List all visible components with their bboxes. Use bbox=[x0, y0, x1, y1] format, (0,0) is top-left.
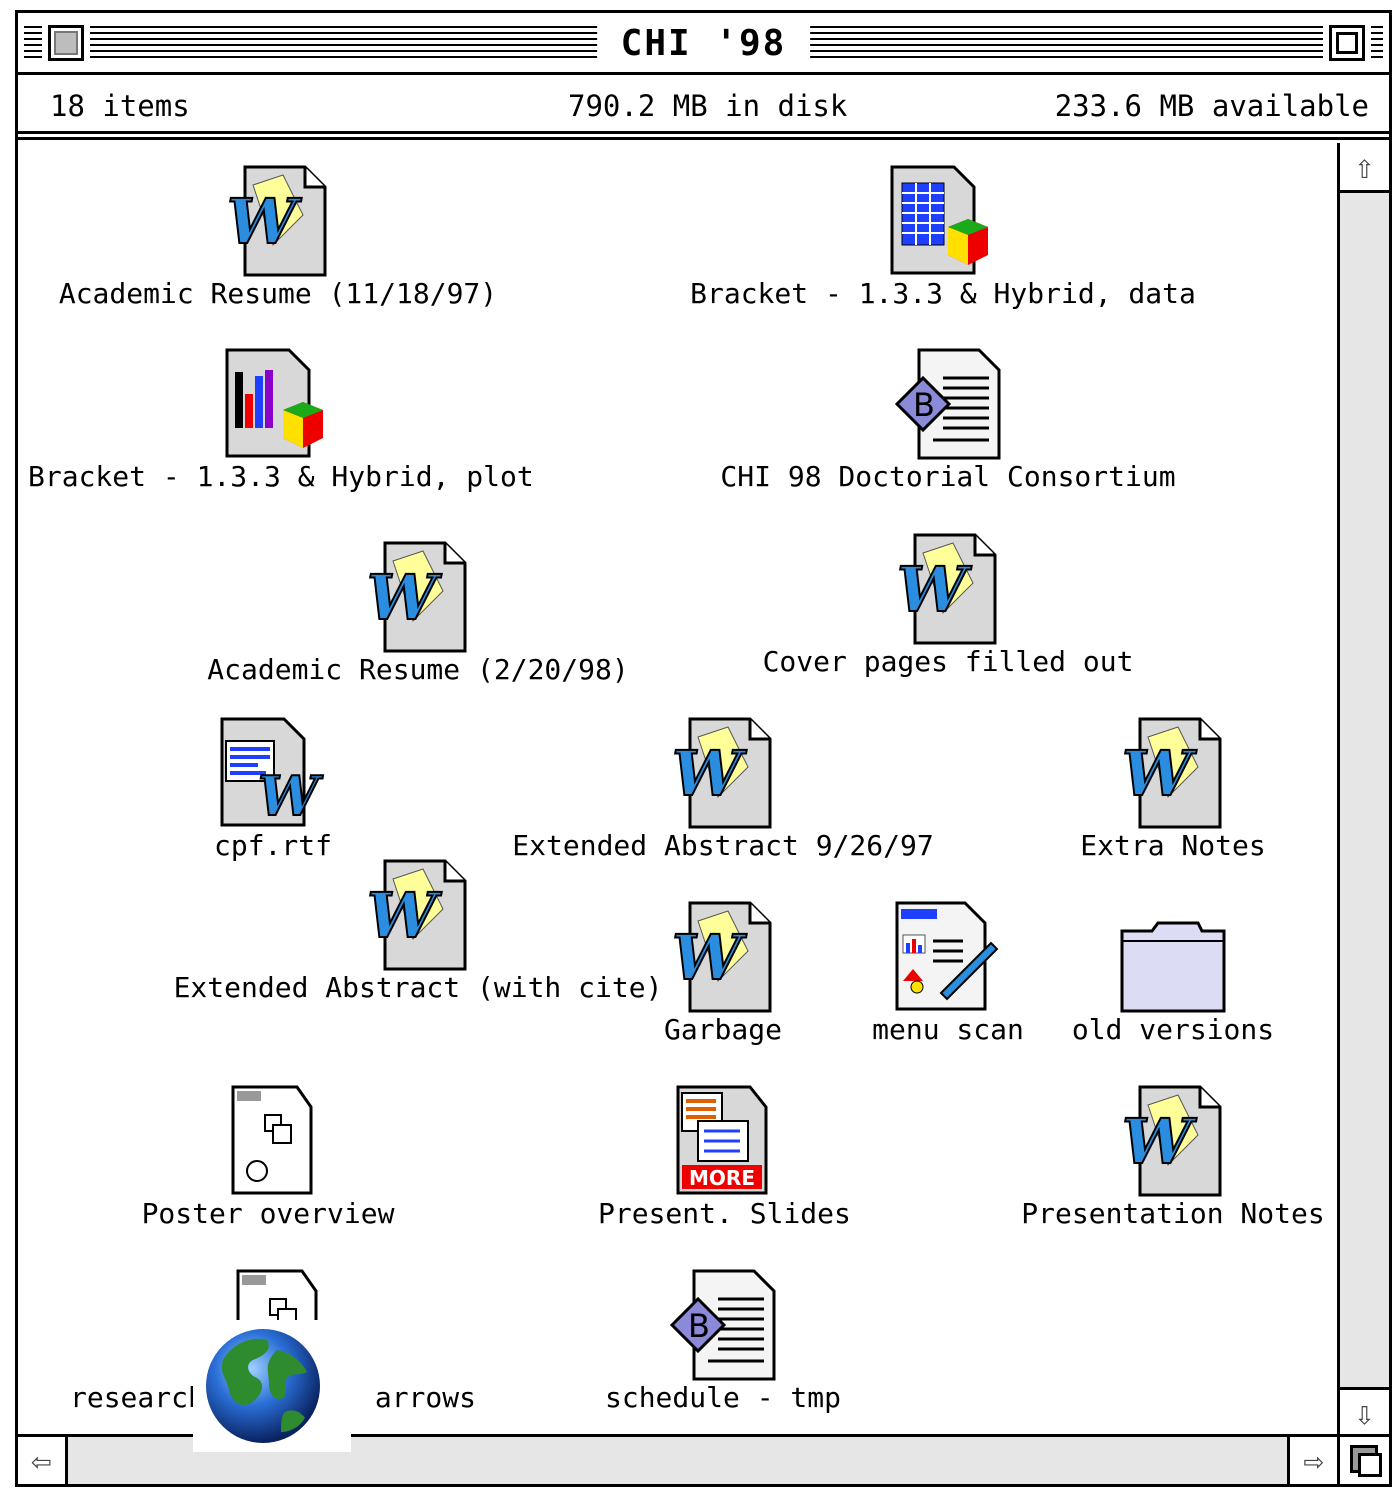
image-document-icon[interactable] bbox=[893, 901, 1003, 1013]
resize-box[interactable] bbox=[1337, 1434, 1389, 1484]
file-item[interactable]: MORE Present. Slides bbox=[598, 1085, 851, 1231]
file-area: W Academic Resume (11/18/97) Bracket - 1… bbox=[18, 143, 1337, 1437]
svg-text:W: W bbox=[367, 561, 442, 634]
vertical-scrollbar[interactable]: ⇧ ⇩ bbox=[1337, 143, 1389, 1437]
scroll-up-arrow-icon[interactable]: ⇧ bbox=[1340, 143, 1389, 193]
svg-text:B: B bbox=[913, 386, 935, 424]
file-label: cpf.rtf bbox=[213, 829, 332, 862]
rtf-document-icon[interactable]: W bbox=[218, 717, 328, 829]
drawing-document-icon[interactable] bbox=[213, 1085, 323, 1197]
spreadsheet-icon[interactable] bbox=[888, 165, 998, 277]
file-label: Present. Slides bbox=[598, 1197, 851, 1230]
word-document-icon[interactable]: W bbox=[1118, 1085, 1228, 1197]
svg-text:W: W bbox=[258, 764, 324, 828]
file-item[interactable]: W Presentation Notes bbox=[1018, 1085, 1328, 1231]
file-item[interactable]: W Extended Abstract (with cite) bbox=[168, 859, 668, 1005]
file-label: Bracket - 1.3.3 & Hybrid, data bbox=[690, 277, 1196, 310]
file-label: Extended Abstract (with cite) bbox=[173, 971, 663, 1004]
title-bar[interactable]: CHI '98 bbox=[18, 13, 1389, 72]
file-label: Bracket - 1.3.3 & Hybrid, plot bbox=[28, 460, 534, 493]
file-item[interactable]: B schedule - tmp bbox=[598, 1269, 848, 1415]
word-document-icon[interactable]: W bbox=[668, 901, 778, 1013]
file-label: Presentation Notes bbox=[1021, 1197, 1325, 1230]
svg-text:W: W bbox=[1122, 737, 1197, 810]
file-item[interactable]: W Extended Abstract 9/26/97 bbox=[473, 717, 973, 863]
file-label: CHI 98 Doctorial Consortium bbox=[720, 460, 1176, 493]
globe-icon bbox=[193, 1320, 351, 1452]
file-label: Cover pages filled out bbox=[762, 645, 1134, 678]
window-title: CHI '98 bbox=[596, 23, 811, 65]
file-label: Poster overview bbox=[141, 1197, 395, 1230]
info-bar: 18 items 790.2 MB in disk 233.6 MB avail… bbox=[18, 72, 1389, 140]
word-document-icon[interactable]: W bbox=[893, 533, 1003, 645]
svg-text:MORE: MORE bbox=[689, 1166, 755, 1190]
svg-text:W: W bbox=[1122, 1105, 1197, 1178]
word-document-icon[interactable]: W bbox=[1118, 717, 1228, 829]
svg-text:W: W bbox=[227, 185, 302, 258]
file-item[interactable]: W Extra Notes bbox=[1048, 717, 1298, 863]
svg-text:W: W bbox=[367, 879, 442, 952]
file-label: Extended Abstract 9/26/97 bbox=[512, 829, 934, 862]
scroll-left-arrow-icon[interactable]: ⇦ bbox=[18, 1437, 68, 1484]
svg-text:W: W bbox=[897, 553, 972, 626]
more-document-icon[interactable]: MORE bbox=[668, 1085, 778, 1197]
item-count: 18 items bbox=[50, 89, 190, 123]
word-document-icon[interactable]: W bbox=[363, 859, 473, 971]
file-item[interactable]: old versions bbox=[1048, 901, 1298, 1047]
file-item[interactable]: W Cover pages filled out bbox=[698, 533, 1198, 679]
file-label: menu scan bbox=[872, 1013, 1024, 1046]
word-document-icon[interactable]: W bbox=[223, 165, 333, 277]
file-item[interactable]: W Academic Resume (11/18/97) bbox=[28, 165, 528, 311]
svg-text:W: W bbox=[672, 737, 747, 810]
bbedit-document-icon[interactable]: B bbox=[668, 1269, 778, 1381]
scroll-right-arrow-icon[interactable]: ⇨ bbox=[1287, 1437, 1337, 1484]
file-item[interactable]: menu scan bbox=[828, 901, 1068, 1047]
file-item[interactable]: B CHI 98 Doctorial Consortium bbox=[698, 348, 1198, 494]
file-item[interactable]: Bracket - 1.3.3 & Hybrid, plot bbox=[28, 348, 534, 494]
disk-usage: 790.2 MB in disk bbox=[568, 89, 848, 123]
svg-text:W: W bbox=[672, 921, 747, 994]
file-label: Academic Resume (2/20/98) bbox=[207, 653, 629, 686]
file-label: Academic Resume (11/18/97) bbox=[58, 277, 498, 310]
chart-document-icon[interactable] bbox=[223, 348, 333, 460]
file-label: Garbage bbox=[663, 1013, 782, 1046]
file-label: Extra Notes bbox=[1080, 829, 1266, 862]
word-document-icon[interactable]: W bbox=[668, 717, 778, 829]
finder-window: CHI '98 18 items 790.2 MB in disk 233.6 … bbox=[15, 10, 1392, 1487]
file-item[interactable]: W Academic Resume (2/20/98) bbox=[168, 541, 668, 687]
file-label: old versions bbox=[1071, 1013, 1275, 1046]
close-box[interactable] bbox=[42, 19, 90, 67]
word-document-icon[interactable]: W bbox=[363, 541, 473, 653]
bbedit-document-icon[interactable]: B bbox=[893, 348, 1003, 460]
zoom-box[interactable] bbox=[1323, 19, 1371, 67]
file-item[interactable]: Poster overview bbox=[118, 1085, 418, 1231]
file-label: schedule - tmp bbox=[604, 1381, 841, 1414]
svg-text:B: B bbox=[688, 1307, 710, 1345]
scroll-down-arrow-icon[interactable]: ⇩ bbox=[1340, 1387, 1389, 1437]
available-space: 233.6 MB available bbox=[1054, 89, 1369, 123]
file-item[interactable]: W Garbage bbox=[598, 901, 848, 1047]
folder-icon[interactable] bbox=[1118, 901, 1228, 1013]
file-item[interactable]: Bracket - 1.3.3 & Hybrid, data bbox=[678, 165, 1208, 311]
file-item[interactable]: W cpf.rtf bbox=[148, 717, 398, 863]
